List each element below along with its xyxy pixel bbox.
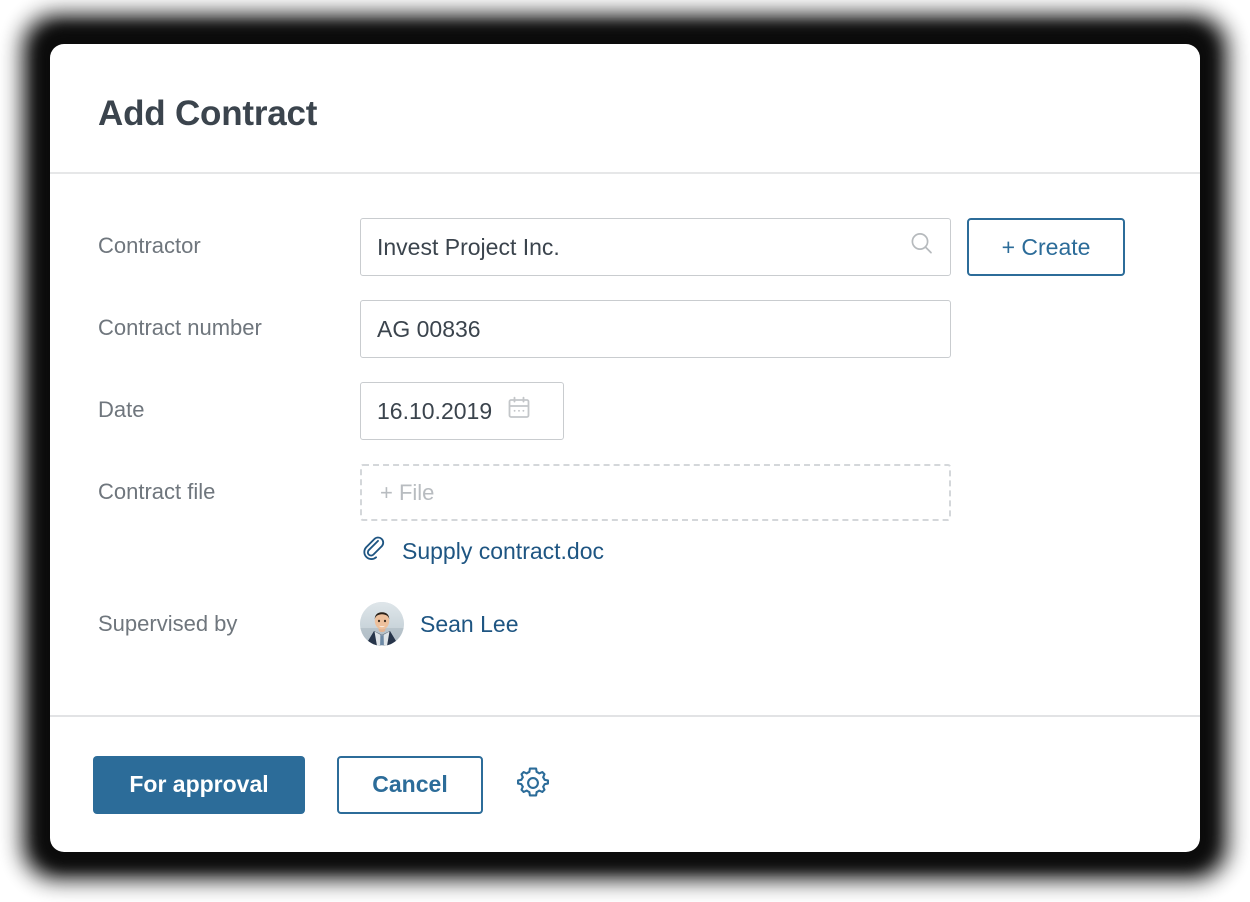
- form-row-contractor: Contractor Invest Project Inc. + Create: [50, 218, 1200, 276]
- contract-number-input-value: AG 00836: [377, 315, 481, 342]
- form-row-contract-number: Contract number AG 00836: [50, 300, 1200, 358]
- date-field-area: 16.10.2019: [360, 382, 564, 440]
- settings-button[interactable]: [513, 763, 553, 806]
- attachment-file-link[interactable]: Supply contract.doc: [402, 538, 604, 565]
- date-input-value: 16.10.2019: [377, 397, 493, 424]
- dialog-footer: For approval Cancel: [50, 715, 1200, 852]
- dialog-header: Add Contract: [50, 44, 1200, 174]
- for-approval-button[interactable]: For approval: [93, 755, 305, 814]
- calendar-icon[interactable]: [506, 395, 532, 427]
- paperclip-icon: [360, 535, 388, 568]
- contractor-field-area: Invest Project Inc. + Create: [360, 218, 1125, 276]
- contract-number-field-area: AG 00836: [360, 300, 951, 358]
- label-date: Date: [98, 397, 145, 422]
- label-supervised-by: Supervised by: [98, 611, 238, 636]
- attachment-row: Supply contract.doc: [50, 535, 1200, 568]
- search-icon[interactable]: [908, 230, 936, 264]
- label-contractor: Contractor: [98, 233, 201, 258]
- cancel-button[interactable]: Cancel: [337, 755, 483, 814]
- file-dropzone-placeholder: + File: [380, 479, 435, 505]
- file-dropzone[interactable]: + File: [360, 464, 951, 521]
- supervised-by-field-area: Sean Lee: [360, 602, 518, 646]
- label-contract-number: Contract number: [98, 315, 262, 340]
- contractor-input[interactable]: Invest Project Inc.: [360, 218, 951, 276]
- form-row-contract-file: Contract file + File: [50, 464, 1200, 521]
- contractor-input-value: Invest Project Inc.: [377, 233, 560, 260]
- page-title: Add Contract: [98, 94, 318, 133]
- add-contract-dialog: Add Contract Contractor Invest Project I…: [50, 44, 1200, 852]
- gear-icon: [513, 763, 553, 806]
- form-row-supervised-by: Supervised by Sean Lee: [50, 602, 1200, 646]
- contract-number-input[interactable]: AG 00836: [360, 300, 951, 358]
- form-row-date: Date 16.10.2019: [50, 382, 1200, 440]
- contract-file-field-area: + File: [360, 464, 951, 521]
- create-contractor-button[interactable]: + Create: [967, 218, 1125, 276]
- date-input[interactable]: 16.10.2019: [360, 382, 564, 440]
- label-contract-file: Contract file: [98, 479, 216, 504]
- dialog-body: Contractor Invest Project Inc. + Create: [50, 174, 1200, 715]
- screenshot-stage: Add Contract Contractor Invest Project I…: [0, 0, 1250, 902]
- avatar[interactable]: [360, 602, 404, 646]
- supervisor-name-link[interactable]: Sean Lee: [420, 611, 518, 638]
